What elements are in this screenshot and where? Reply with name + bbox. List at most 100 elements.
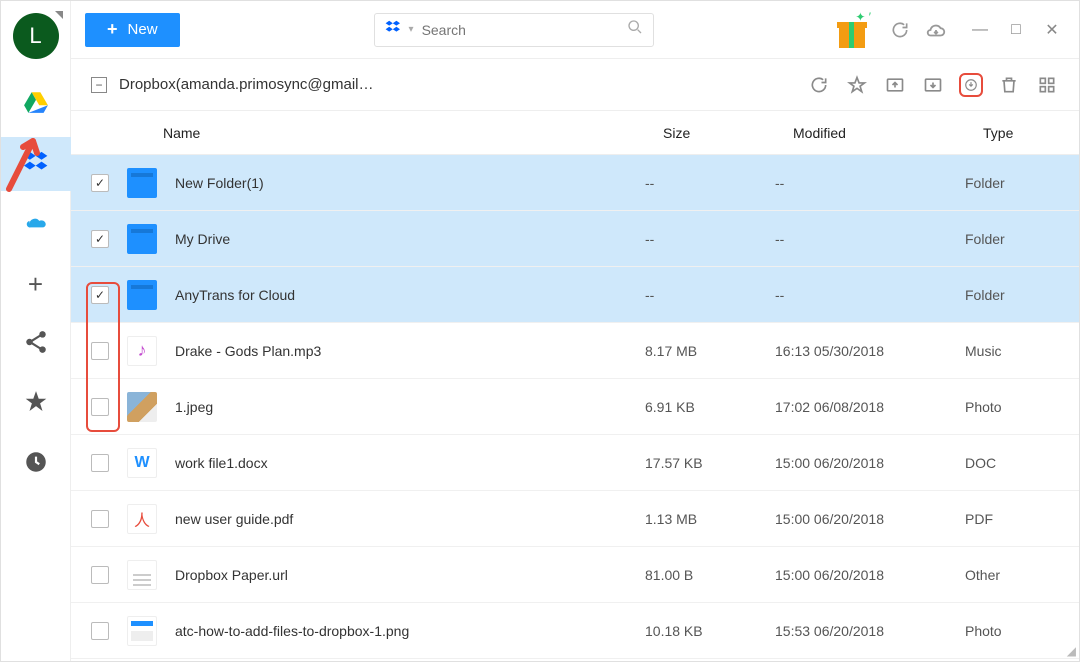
search-box[interactable]: ▾ [374,13,654,47]
file-modified: 15:00 06/20/2018 [775,567,965,583]
file-name: Drake - Gods Plan.mp3 [175,343,645,359]
resize-grip-icon[interactable]: ◢ [1067,644,1076,658]
dropbox-icon [23,149,49,180]
move-out-icon[interactable] [883,73,907,97]
row-checkbox[interactable] [91,454,109,472]
plus-icon: + [107,19,118,40]
url-icon [127,560,157,590]
refresh-icon[interactable] [807,73,831,97]
file-modified: -- [775,287,965,303]
file-size: 10.18 KB [645,623,775,639]
file-modified: 15:00 06/20/2018 [775,511,965,527]
search-input[interactable] [422,22,619,38]
search-icon[interactable] [627,19,643,40]
avatar[interactable]: L [13,13,59,59]
pathbar: − Dropbox(amanda.primosync@gmail… [71,59,1079,111]
file-size: 8.17 MB [645,343,775,359]
file-type: Folder [965,287,1059,303]
file-size: -- [645,287,775,303]
file-size: -- [645,231,775,247]
new-button[interactable]: + New [85,13,180,47]
topbar: + New ▾ ✦ ′ [71,1,1079,59]
sidebar-item-star[interactable] [1,377,71,431]
file-list: New Folder(1)----FolderMy Drive----Folde… [71,155,1079,661]
row-checkbox[interactable] [91,566,109,584]
gift-icon[interactable]: ✦ ′ [831,10,875,50]
file-modified: 15:00 06/20/2018 [775,455,965,471]
main: + New ▾ ✦ ′ [71,1,1079,661]
row-checkbox[interactable] [91,286,109,304]
file-type: DOC [965,455,1059,471]
folder-icon [127,224,157,254]
file-size: -- [645,175,775,191]
dropbox-mini-icon [385,19,401,40]
grid-view-icon[interactable] [1035,73,1059,97]
file-name: atc-how-to-add-files-to-dropbox-1.png [175,623,645,639]
file-modified: -- [775,175,965,191]
file-modified: 15:53 06/20/2018 [775,623,965,639]
sync-icon[interactable] [889,19,911,41]
trash-icon[interactable] [997,73,1021,97]
col-size[interactable]: Size [663,125,793,141]
table-row[interactable]: My Drive----Folder [71,211,1079,267]
breadcrumb[interactable]: Dropbox(amanda.primosync@gmail… [119,76,374,93]
window-close-button[interactable]: ✕ [1039,17,1065,43]
col-type[interactable]: Type [983,125,1059,141]
window-minimize-button[interactable]: — [967,17,993,43]
table-row[interactable]: AnyTrans for Cloud----Folder [71,267,1079,323]
sidebar-item-gdrive[interactable] [1,77,71,131]
photo-icon [127,392,157,422]
row-checkbox[interactable] [91,230,109,248]
clock-icon [23,449,49,480]
star-icon [23,389,49,420]
file-size: 81.00 B [645,567,775,583]
sidebar-item-onedrive[interactable] [1,197,71,251]
doc-icon: W [127,448,157,478]
pdf-icon: 人 [127,504,157,534]
onedrive-icon [23,209,49,240]
table-row[interactable]: Wwork file1.docx17.57 KB15:00 06/20/2018… [71,435,1079,491]
table-row[interactable]: 1.jpeg6.91 KB17:02 06/08/2018Photo [71,379,1079,435]
row-checkbox[interactable] [91,342,109,360]
minus-icon: − [95,79,102,91]
move-in-icon[interactable] [921,73,945,97]
folder-icon [127,168,157,198]
file-type: Other [965,567,1059,583]
file-modified: 17:02 06/08/2018 [775,399,965,415]
table-row[interactable]: New Folder(1)----Folder [71,155,1079,211]
avatar-letter: L [29,23,41,49]
share-icon [23,329,49,360]
sidebar-item-dropbox[interactable] [1,137,71,191]
col-name[interactable]: Name [163,125,663,141]
row-checkbox[interactable] [91,510,109,528]
file-type: PDF [965,511,1059,527]
download-icon[interactable] [959,73,983,97]
table-row[interactable]: 人new user guide.pdf1.13 MB15:00 06/20/20… [71,491,1079,547]
window-maximize-button[interactable]: □ [1003,17,1029,43]
file-size: 1.13 MB [645,511,775,527]
file-name: work file1.docx [175,455,645,471]
sidebar-item-share[interactable] [1,317,71,371]
file-size: 17.57 KB [645,455,775,471]
sidebar-item-recent[interactable] [1,437,71,491]
file-name: New Folder(1) [175,175,645,191]
table-row[interactable]: ♪Drake - Gods Plan.mp38.17 MB16:13 05/30… [71,323,1079,379]
file-type: Photo [965,623,1059,639]
col-modified[interactable]: Modified [793,125,983,141]
row-checkbox[interactable] [91,174,109,192]
chevron-down-icon[interactable]: ▾ [409,24,414,35]
new-button-label: New [128,21,158,38]
file-name: AnyTrans for Cloud [175,287,645,303]
file-type: Music [965,343,1059,359]
cloud-download-icon[interactable] [925,19,947,41]
table-row[interactable]: Dropbox Paper.url81.00 B15:00 06/20/2018… [71,547,1079,603]
table-row[interactable]: atc-how-to-add-files-to-dropbox-1.png10.… [71,603,1079,659]
avatar-corner-icon [55,11,63,19]
row-checkbox[interactable] [91,398,109,416]
star-outline-icon[interactable] [845,73,869,97]
row-checkbox[interactable] [91,622,109,640]
table-header: Name Size Modified Type [71,111,1079,155]
collapse-tree-button[interactable]: − [91,77,107,93]
plus-icon: + [28,269,43,300]
sidebar-item-add[interactable]: + [1,257,71,311]
